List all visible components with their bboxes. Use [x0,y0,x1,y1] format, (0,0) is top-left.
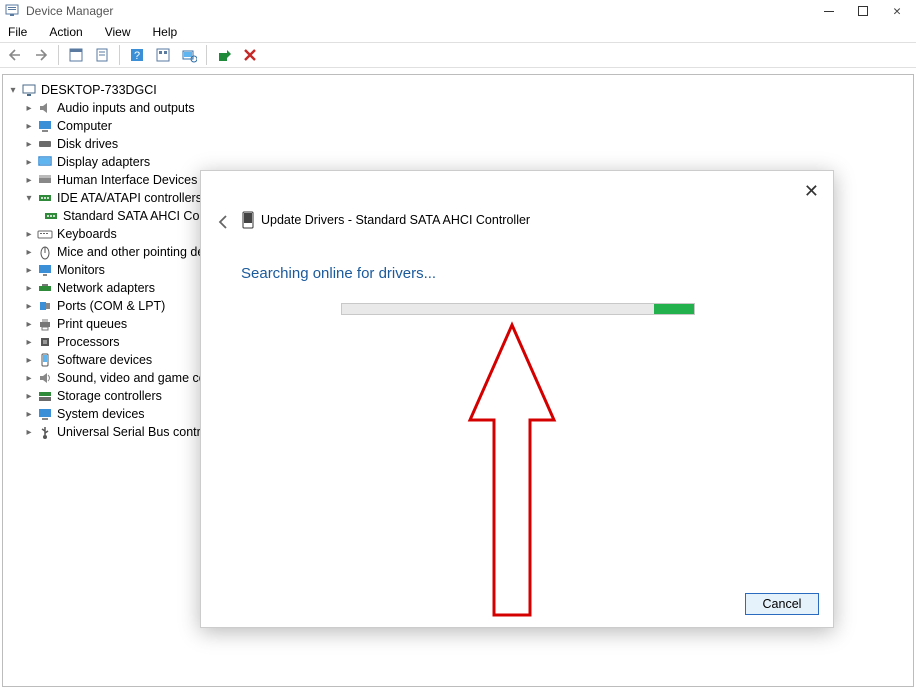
tree-item-label: Processors [57,335,120,349]
progress-fill [654,304,694,314]
toolbar: ? [0,42,916,68]
tree-subitem-label: Standard SATA AHCI Co [63,209,199,223]
expand-icon[interactable]: ▸ [23,409,35,420]
expand-icon[interactable]: ▸ [23,373,35,384]
properties-button[interactable] [91,44,113,66]
expand-icon[interactable]: ▸ [23,427,35,438]
disk-icon [37,136,53,152]
system-icon [37,406,53,422]
tree-root[interactable]: ▾ DESKTOP-733DGCI [7,81,909,99]
tree-item-label: System devices [57,407,145,421]
expand-icon[interactable]: ▸ [23,283,35,294]
ide-icon [43,208,59,224]
expand-icon[interactable]: ▸ [23,139,35,150]
audio-icon [37,100,53,116]
expand-icon[interactable]: ▸ [23,301,35,312]
hid-icon [37,172,53,188]
mouse-icon [37,244,53,260]
tree-root-label: DESKTOP-733DGCI [41,83,157,97]
update-drivers-dialog: ✕ Update Drivers - Standard SATA AHCI Co… [200,170,834,628]
expand-icon[interactable]: ▸ [23,157,35,168]
computer-icon [21,82,37,98]
expand-icon[interactable]: ▸ [23,121,35,132]
display-icon [37,154,53,170]
cancel-button[interactable]: Cancel [745,593,819,615]
menu-action[interactable]: Action [45,23,86,41]
ide-icon [37,190,53,206]
dialog-back-button[interactable] [215,213,233,236]
tree-item-computer[interactable]: ▸ Computer [7,117,909,135]
uninstall-button[interactable] [239,44,261,66]
help-button[interactable]: ? [126,44,148,66]
expand-icon[interactable]: ▾ [7,85,19,96]
menu-file[interactable]: File [4,23,31,41]
window-controls: ✕ [822,4,904,18]
tree-item-label: Network adapters [57,281,155,295]
dialog-title: Update Drivers - Standard SATA AHCI Cont… [261,213,530,227]
expand-icon[interactable]: ▸ [23,265,35,276]
network-icon [37,280,53,296]
device-icon [241,211,255,234]
tree-item-display[interactable]: ▸ Display adapters [7,153,909,171]
monitor-icon [37,118,53,134]
tree-item-label: Storage controllers [57,389,162,403]
menu-help[interactable]: Help [149,23,182,41]
forward-button[interactable] [30,44,52,66]
menubar: File Action View Help [0,22,916,42]
minimize-button[interactable] [822,4,836,18]
expand-icon[interactable]: ▸ [23,337,35,348]
tree-item-label: Sound, video and game co [57,371,206,385]
progress-bar [341,303,695,315]
maximize-button[interactable] [856,4,870,18]
app-icon [4,2,20,21]
software-icon [37,352,53,368]
tree-item-label: Keyboards [57,227,117,241]
printer-icon [37,316,53,332]
expand-icon[interactable]: ▸ [23,175,35,186]
keyboard-icon [37,226,53,242]
tree-item-label: Audio inputs and outputs [57,101,195,115]
tree-item-label: Monitors [57,263,105,277]
expand-icon[interactable]: ▾ [23,193,35,204]
expand-icon[interactable]: ▸ [23,229,35,240]
tree-item-label: Display adapters [57,155,150,169]
sound-icon [37,370,53,386]
tree-item-label: IDE ATA/ATAPI controllers [57,191,202,205]
svg-text:?: ? [134,50,140,62]
menu-view[interactable]: View [101,23,135,41]
tree-item-label: Print queues [57,317,127,331]
expand-icon[interactable]: ▸ [23,103,35,114]
update-driver-button[interactable] [213,44,235,66]
tree-item-label: Human Interface Devices [57,173,197,187]
storage-icon [37,388,53,404]
tree-item-label: Ports (COM & LPT) [57,299,165,313]
window-title: Device Manager [26,4,113,18]
scan-hardware-button[interactable] [178,44,200,66]
dialog-close-button[interactable]: ✕ [804,181,819,202]
tree-item-audio[interactable]: ▸ Audio inputs and outputs [7,99,909,117]
tree-item-label: Disk drives [57,137,118,151]
close-button[interactable]: ✕ [890,4,904,18]
expand-icon[interactable]: ▸ [23,319,35,330]
view-button[interactable] [152,44,174,66]
tree-item-label: Computer [57,119,112,133]
expand-icon[interactable]: ▸ [23,247,35,258]
tree-item-label: Software devices [57,353,152,367]
cpu-icon [37,334,53,350]
tree-item-disk[interactable]: ▸ Disk drives [7,135,909,153]
tree-item-label: Universal Serial Bus contro [57,425,208,439]
monitor-icon [37,262,53,278]
tree-item-label: Mice and other pointing de [57,245,204,259]
usb-icon [37,424,53,440]
titlebar: Device Manager ✕ [0,0,916,22]
show-hidden-button[interactable] [65,44,87,66]
dialog-message: Searching online for drivers... [241,265,436,282]
expand-icon[interactable]: ▸ [23,355,35,366]
back-button[interactable] [4,44,26,66]
expand-icon[interactable]: ▸ [23,391,35,402]
port-icon [37,298,53,314]
